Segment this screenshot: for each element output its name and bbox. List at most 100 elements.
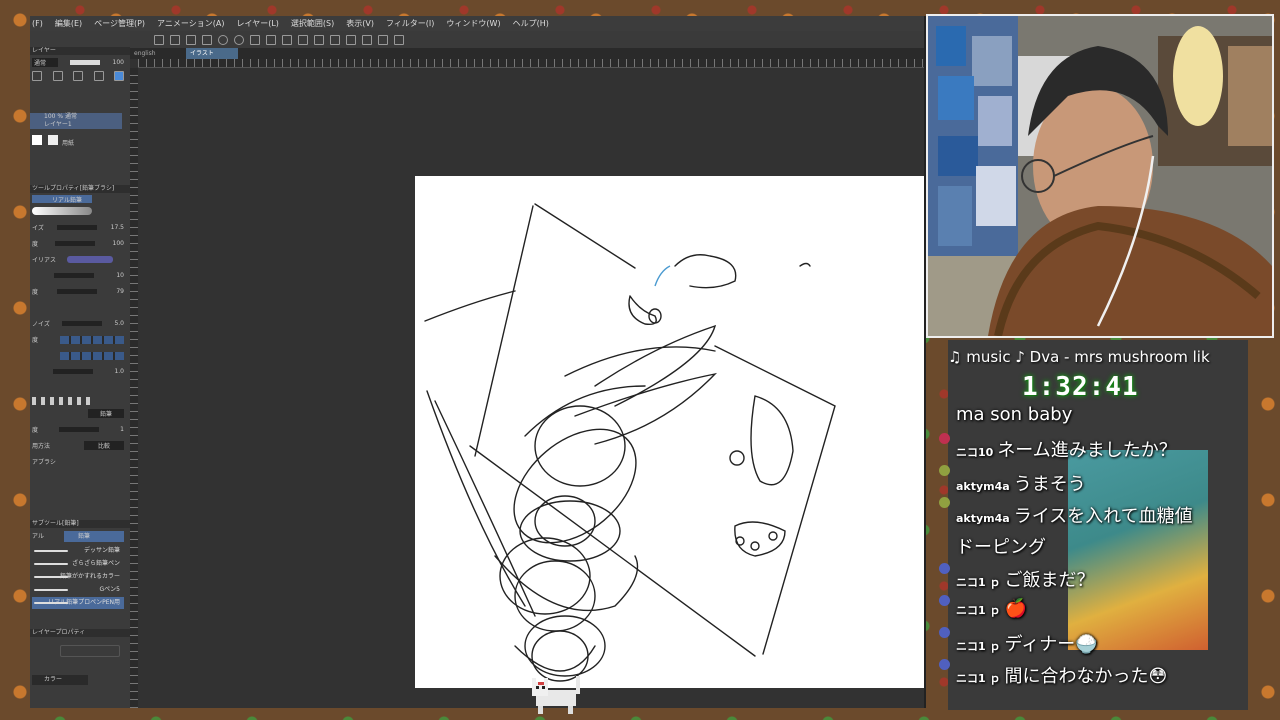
- prop-row-method[interactable]: 用方法 比較: [32, 441, 124, 450]
- avatar: [939, 659, 950, 670]
- brush-preset[interactable]: リアル鉛筆: [32, 195, 92, 204]
- webcam-feed: [926, 14, 1274, 338]
- menu-layer[interactable]: レイヤー(L): [236, 16, 278, 31]
- sub-tool-tabs: アル 鉛筆: [30, 531, 130, 542]
- prop-row-antialias[interactable]: イリアス: [32, 255, 124, 264]
- layer-color-select[interactable]: カラー: [32, 675, 88, 685]
- left-panel: レイヤー 通常 100 100 % 通常 レイヤー1 用紙 ツールプロパティ[鉛…: [30, 31, 130, 708]
- layer-ref-icon[interactable]: [73, 70, 83, 81]
- chat-message-1: ma son baby: [956, 404, 1073, 425]
- menu-page[interactable]: ページ管理(P): [94, 16, 145, 31]
- opacity-slider[interactable]: [70, 60, 101, 65]
- crop-icon[interactable]: [314, 34, 324, 45]
- redo-icon[interactable]: [234, 34, 244, 45]
- prop-row-noise[interactable]: ノイズ 5.0: [32, 319, 124, 328]
- chat-message-5: ニコ1 ｐ ご飯まだ？: [956, 570, 1095, 591]
- shrink-selection-icon[interactable]: [362, 34, 372, 45]
- print-icon[interactable]: [202, 34, 212, 45]
- new-file-icon[interactable]: [154, 34, 164, 45]
- layer-mask-icon[interactable]: [114, 70, 124, 81]
- menu-help[interactable]: ヘルプ(H): [513, 16, 549, 31]
- menu-edit[interactable]: 編集(E): [55, 16, 82, 31]
- stream-timer: 1:32:41: [1022, 372, 1139, 402]
- invert-selection-icon[interactable]: [330, 34, 340, 45]
- vertical-ruler: [130, 68, 138, 708]
- tab-illust[interactable]: イラスト: [186, 48, 238, 59]
- transform-icon[interactable]: [282, 34, 292, 45]
- blend-mode-select[interactable]: 通常: [32, 58, 59, 67]
- sub-tool-tab-real[interactable]: アル: [30, 531, 64, 542]
- selection-edit-icon[interactable]: [378, 34, 388, 45]
- playback-controls-icon[interactable]: [32, 396, 92, 405]
- command-bar: [130, 31, 924, 48]
- paper-thumbnail: [32, 135, 42, 145]
- layer-lock-icon[interactable]: [32, 70, 42, 81]
- chat-message-7: ニコ1 ｐ ディナー🍚: [956, 634, 1098, 655]
- layer-effect-icons[interactable]: [60, 645, 120, 657]
- canvas-area: [138, 69, 924, 708]
- blend-mode-row: 通常 100: [32, 58, 124, 67]
- prop-row-a[interactable]: 10: [32, 271, 124, 280]
- prop-row-pencil[interactable]: 鉛筆: [32, 409, 124, 418]
- character-artwork: [1068, 450, 1208, 650]
- tab-english[interactable]: english: [130, 48, 182, 59]
- help-icon[interactable]: [394, 34, 404, 45]
- menu-window[interactable]: ウィンドウ(W): [446, 16, 500, 31]
- prop-row-texture2[interactable]: [32, 351, 124, 360]
- prop-row-density[interactable]: 度 100: [32, 239, 124, 248]
- deselect-icon[interactable]: [298, 34, 308, 45]
- prop-row-texture[interactable]: 度: [32, 335, 124, 344]
- save-icon[interactable]: [186, 34, 196, 45]
- avatar: [939, 563, 950, 574]
- avatar: [939, 497, 950, 508]
- avatar: [939, 465, 950, 476]
- sub-tool-tab-pencil[interactable]: 鉛筆: [64, 531, 124, 542]
- layer-item-name: レイヤー1: [44, 121, 72, 128]
- layer-panel-header: レイヤー: [30, 47, 130, 55]
- drawing-canvas[interactable]: [415, 176, 924, 688]
- now-playing: ♫ music ♪ Dva - mrs mushroom lik: [948, 348, 1210, 366]
- prop-row-b[interactable]: 度 79: [32, 287, 124, 296]
- brush-item-real-pencil[interactable]: リアル鉛筆プロペンPEN用: [32, 597, 124, 609]
- menu-view[interactable]: 表示(V): [346, 16, 374, 31]
- brush-stroke-preview: [32, 207, 92, 215]
- menu-bar: (F) 編集(E) ページ管理(P) アニメーション(A) レイヤー(L) 選択…: [30, 16, 924, 31]
- webcam-image: [928, 16, 1272, 336]
- open-file-icon[interactable]: [170, 34, 180, 45]
- pixel-cat-icon: [532, 676, 580, 714]
- antialias-dots-icon[interactable]: [67, 256, 113, 263]
- prop-row-c[interactable]: 1.0: [32, 367, 124, 376]
- texture-grid[interactable]: [60, 335, 124, 344]
- menu-animation[interactable]: アニメーション(A): [157, 16, 224, 31]
- layer-item-mode: 100 % 通常: [44, 113, 77, 120]
- brush-item-dessin[interactable]: デッサン鉛筆: [32, 545, 124, 557]
- expand-selection-icon[interactable]: [346, 34, 356, 45]
- chat-message-3: aktym4a うまそう: [956, 474, 1086, 495]
- opacity-value: 100: [112, 59, 124, 66]
- brush-item-gpen[interactable]: Gペン5: [32, 584, 124, 596]
- brush-item-kasure[interactable]: 鉛筆がかすれるカラー: [32, 571, 124, 583]
- layer-tools-row: [32, 70, 124, 81]
- avatar: [939, 433, 950, 444]
- pencil-sketch: [424, 203, 836, 682]
- prop-row-airbrush[interactable]: アブラシ: [32, 457, 124, 466]
- prop-row-size[interactable]: イズ 17.5: [32, 223, 124, 232]
- prop-row-playback[interactable]: [32, 396, 124, 405]
- layer-draft-icon[interactable]: [93, 70, 104, 81]
- clear-icon[interactable]: [250, 34, 260, 45]
- chat-message-8: ニコ1 ｐ 間に合わなかった😳: [956, 666, 1168, 687]
- avatar: [939, 627, 950, 638]
- undo-icon[interactable]: [218, 34, 228, 45]
- horizontal-ruler: [138, 59, 924, 68]
- menu-filter[interactable]: フィルター(I): [386, 16, 434, 31]
- tool-property-header: ツールプロパティ[鉛筆ブラシ]: [30, 185, 130, 193]
- layer-item-selected[interactable]: 100 % 通常 レイヤー1: [30, 113, 122, 129]
- layer-clip-icon[interactable]: [52, 70, 63, 81]
- paper-icon: [48, 135, 58, 145]
- fill-icon[interactable]: [266, 34, 276, 45]
- paper-layer-name[interactable]: 用紙: [62, 138, 74, 147]
- menu-file[interactable]: (F): [32, 16, 43, 31]
- menu-selection[interactable]: 選択範囲(S): [291, 16, 334, 31]
- brush-item-zarazara[interactable]: ざらざら鉛筆ペン: [32, 558, 124, 570]
- prop-row-d[interactable]: 度1: [32, 425, 124, 434]
